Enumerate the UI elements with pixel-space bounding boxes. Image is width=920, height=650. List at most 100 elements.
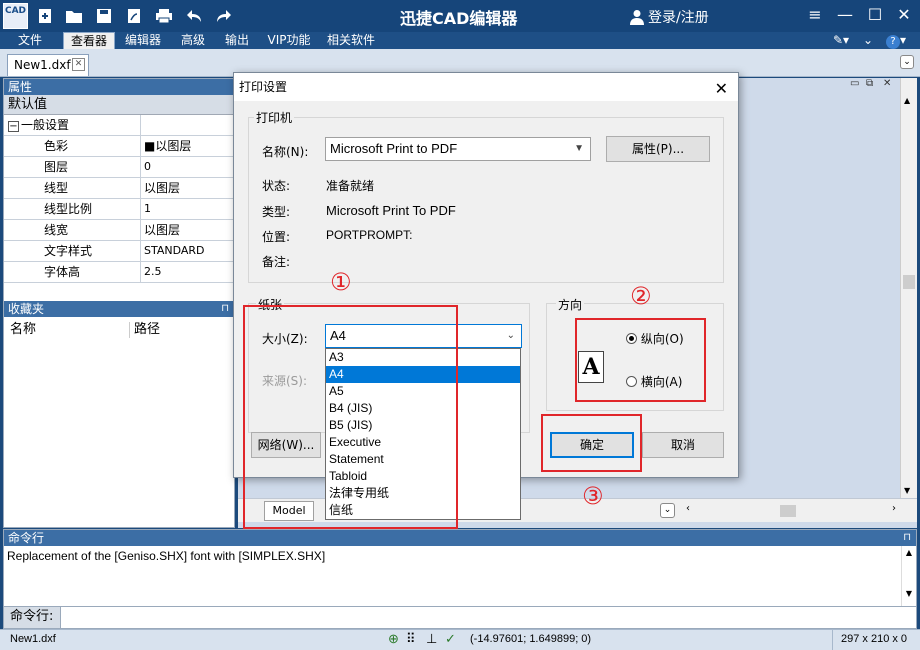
property-value: 0 [144, 160, 151, 173]
type-value: Microsoft Print To PDF [326, 203, 456, 218]
property-key: 文字样式 [4, 241, 141, 261]
cancel-button[interactable]: 取消 [642, 432, 724, 458]
close-tab-icon[interactable]: ✕ [72, 58, 85, 71]
scroll-up-icon[interactable]: ▲ [902, 548, 916, 557]
new-file-icon[interactable] [35, 6, 55, 26]
style-icon[interactable]: ✎▾ [828, 32, 854, 49]
vertical-scroll-thumb[interactable] [903, 275, 915, 289]
property-key: 线宽 [4, 220, 141, 240]
menu-icon[interactable]: ≡ [804, 4, 826, 26]
status-value: 准备就绪 [326, 179, 375, 193]
help-icon[interactable]: ? ▾ [880, 32, 912, 49]
pdf-export-icon[interactable] [124, 6, 144, 26]
chevron-down-icon: ⌄ [506, 330, 515, 341]
command-scrollbar[interactable]: ▲ ▼ [901, 546, 916, 606]
login-label: 登录/注册 [648, 10, 709, 26]
open-folder-icon[interactable] [64, 6, 84, 26]
orientation-group-label: 方向 [556, 296, 585, 313]
properties-header: 属性 [4, 79, 234, 95]
horizontal-scroll-thumb[interactable] [780, 505, 796, 517]
property-value: ■以图层 [144, 139, 192, 153]
undo-icon[interactable] [184, 6, 204, 26]
property-row[interactable]: 线型 以图层 [4, 178, 234, 199]
pin-icon[interactable]: ⊓ [903, 530, 911, 546]
properties-title: 属性 [8, 80, 33, 94]
canvas-restore-icon[interactable]: ⧉ [866, 78, 873, 89]
chevron-down-icon[interactable]: ⌄ [860, 32, 876, 49]
command-input[interactable] [61, 607, 916, 628]
menu-file[interactable]: 文件 [5, 32, 55, 49]
property-row[interactable]: 字体高 2.5 [4, 262, 234, 283]
user-icon [630, 10, 644, 25]
property-row[interactable]: 线型比例 1 [4, 199, 234, 220]
type-label: 类型: [262, 205, 291, 219]
printer-group-label: 打印机 [254, 109, 295, 126]
menu-editor[interactable]: 编辑器 [119, 32, 167, 49]
dialog-close-icon[interactable]: ✕ [715, 75, 728, 103]
column-name[interactable]: 名称 [10, 319, 36, 341]
collapse-icon[interactable]: − [8, 121, 19, 132]
annotation-box-orientation [575, 318, 706, 402]
menu-viewer[interactable]: 查看器 [63, 32, 115, 49]
document-tab-label: New1.dxf [14, 58, 71, 72]
document-tab[interactable]: New1.dxf ✕ [7, 54, 89, 76]
scroll-down-icon[interactable]: ▼ [904, 486, 910, 495]
printer-name-select[interactable]: Microsoft Print to PDF ▼ [325, 137, 591, 161]
menu-output[interactable]: 输出 [217, 32, 257, 49]
annotation-box-paper [243, 305, 458, 529]
printer-name-label: 名称(N): [262, 145, 309, 159]
ortho-icon[interactable]: ⊥ [426, 631, 437, 647]
maximize-icon[interactable]: ☐ [864, 4, 886, 26]
property-group-general[interactable]: − 一般设置 [4, 115, 234, 136]
print-icon[interactable] [154, 6, 174, 26]
pin-icon[interactable]: ⊓ [221, 301, 229, 317]
scroll-up-icon[interactable]: ▲ [904, 96, 910, 105]
command-panel: 命令行 ⊓ Replacement of the [Geniso.SHX] fo… [3, 529, 917, 629]
menu-bar: 文件 查看器 编辑器 高级 输出 VIP功能 相关软件 ✎▾ ⌄ ? ▾ [0, 32, 920, 49]
vertical-scrollbar[interactable]: ▲ ▼ [900, 78, 917, 498]
horizontal-scrollbar[interactable]: ‹ › [686, 503, 896, 519]
default-value-bar[interactable]: 默认值 [4, 95, 234, 115]
save-icon[interactable] [94, 6, 114, 26]
printer-name-value: Microsoft Print to PDF [330, 141, 458, 156]
annotation-number-2: ② [630, 282, 652, 310]
printer-properties-button[interactable]: 属性(P)... [606, 136, 710, 162]
layout-list-icon[interactable]: ⌄ [660, 503, 675, 518]
location-value: PORTPROMPT: [326, 228, 413, 242]
column-path[interactable]: 路径 [134, 319, 160, 341]
command-title: 命令行 [8, 531, 45, 545]
grid-icon[interactable]: ⠿ [406, 631, 416, 647]
snap-icon[interactable]: ⊕ [388, 631, 399, 647]
login-link[interactable]: 登录/注册 [630, 7, 709, 27]
osnap-icon[interactable]: ✓ [445, 631, 456, 647]
redo-icon[interactable] [214, 6, 234, 26]
property-value: 以图层 [144, 181, 181, 195]
scroll-down-icon[interactable]: ▼ [902, 589, 916, 598]
app-title: 迅捷CAD编辑器 [400, 9, 518, 28]
menu-advanced[interactable]: 高级 [172, 32, 214, 49]
menu-vip[interactable]: VIP功能 [260, 32, 318, 49]
close-icon[interactable]: ✕ [893, 4, 915, 26]
scroll-left-icon[interactable]: ‹ [686, 503, 690, 514]
property-row[interactable]: 文字样式 STANDARD [4, 241, 234, 262]
status-paper-size: 297 x 210 x 0 [841, 633, 908, 645]
property-row[interactable]: 线宽 以图层 [4, 220, 234, 241]
menu-related[interactable]: 相关软件 [320, 32, 382, 49]
comment-label: 备注: [262, 255, 291, 269]
tab-list-icon[interactable]: ⌄ [900, 55, 914, 69]
property-key: 线型 [4, 178, 141, 198]
annotation-box-ok [541, 414, 642, 472]
canvas-minimize-icon[interactable]: ▭ [850, 78, 859, 89]
property-value: STANDARD [144, 244, 205, 257]
property-value: 2.5 [144, 265, 162, 278]
command-header: 命令行 ⊓ [4, 530, 916, 546]
minimize-icon[interactable]: — [834, 4, 856, 26]
property-key: 图层 [4, 157, 141, 177]
properties-panel: 属性 默认值 − 一般设置 色彩 ■以图层 图层 0 线型 以图层 线型比例 1 线宽 以图… [3, 78, 235, 528]
property-row[interactable]: 色彩 ■以图层 [4, 136, 234, 157]
property-row[interactable]: 图层 0 [4, 157, 234, 178]
property-value: 以图层 [144, 223, 181, 237]
chevron-down-icon: ▼ [574, 143, 584, 154]
canvas-close-icon[interactable]: ✕ [883, 78, 891, 89]
scroll-right-icon[interactable]: › [892, 503, 896, 514]
